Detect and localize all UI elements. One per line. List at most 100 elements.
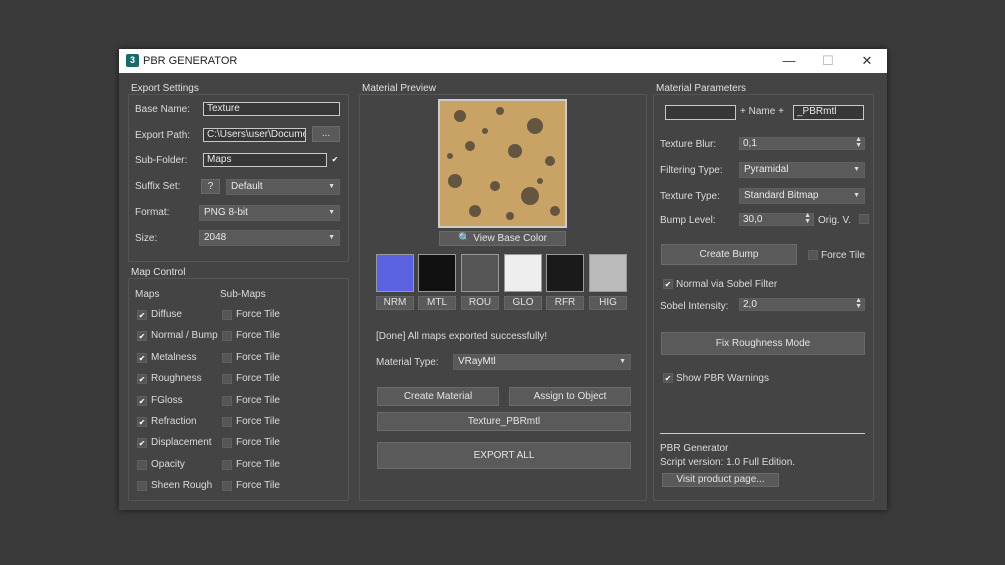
- spinner-arrows-icon: ▲ ▼: [855, 297, 862, 310]
- texture-preview-svg: [440, 101, 565, 226]
- force-tile-checkbox[interactable]: [222, 374, 232, 385]
- force-tile-checkbox[interactable]: [222, 331, 232, 342]
- fix-roughness-mode-button[interactable]: Fix Roughness Mode: [661, 332, 865, 355]
- browse-button[interactable]: ...: [312, 126, 340, 142]
- filtering-type-dropdown[interactable]: Pyramidal ▼: [739, 162, 865, 178]
- rou-thumbnail[interactable]: [461, 254, 499, 292]
- divider: [660, 433, 865, 434]
- suffix-set-label: Suffix Set:: [135, 181, 181, 192]
- base-name-input[interactable]: Texture: [203, 102, 340, 116]
- sobel-filter-checkbox[interactable]: [663, 279, 673, 289]
- maximize-button[interactable]: ☐: [809, 49, 847, 73]
- map-checkbox[interactable]: [137, 395, 147, 406]
- force-tile-label: Force Tile: [236, 309, 280, 320]
- sobel-intensity-value: 2,0: [743, 299, 757, 310]
- name-prefix-input[interactable]: [665, 105, 736, 120]
- force-tile-checkbox[interactable]: [222, 395, 232, 406]
- material-type-value: VRayMtl: [458, 356, 496, 367]
- rfr-thumbnail[interactable]: [546, 254, 584, 292]
- nrm-thumbnail[interactable]: [376, 254, 414, 292]
- map-checkbox[interactable]: [137, 438, 147, 449]
- bump-level-spinner[interactable]: 30,0 ▲ ▼: [739, 212, 814, 226]
- map-checkbox[interactable]: [137, 352, 147, 363]
- map-label: Diffuse: [151, 309, 182, 320]
- hig-button[interactable]: HIG: [589, 296, 627, 310]
- material-type-dropdown[interactable]: VRayMtl ▼: [453, 354, 631, 370]
- sobel-intensity-spinner[interactable]: 2,0 ▲ ▼: [739, 297, 865, 311]
- window-title: PBR GENERATOR: [143, 55, 238, 67]
- glo-thumbnail[interactable]: [504, 254, 542, 292]
- app-icon: 3: [126, 54, 139, 67]
- base-name-label: Base Name:: [135, 104, 191, 115]
- map-label: Normal / Bump: [151, 330, 218, 342]
- map-label: Sheen Rough: [151, 480, 213, 492]
- orig-v-checkbox[interactable]: [859, 214, 869, 224]
- bump-force-tile-checkbox[interactable]: [808, 250, 818, 260]
- force-tile-checkbox[interactable]: [222, 417, 232, 427]
- subfolder-input[interactable]: Maps: [203, 153, 327, 167]
- texture-blur-label: Texture Blur:: [660, 139, 717, 150]
- suffix-help-button[interactable]: ?: [201, 179, 220, 194]
- map-checkbox[interactable]: [137, 417, 147, 427]
- format-dropdown[interactable]: PNG 8-bit ▼: [199, 205, 340, 221]
- force-tile-checkbox[interactable]: [222, 459, 232, 470]
- assign-to-object-button[interactable]: Assign to Object: [509, 387, 631, 406]
- force-tile-checkbox[interactable]: [222, 352, 232, 363]
- filtering-type-value: Pyramidal: [744, 164, 789, 175]
- nrm-button[interactable]: NRM: [376, 296, 414, 310]
- size-value: 2048: [204, 232, 227, 243]
- map-checkbox[interactable]: [137, 459, 147, 470]
- texture-type-value: Standard Bitmap: [744, 190, 819, 201]
- minimize-button[interactable]: —: [770, 49, 808, 73]
- map-control-title: Map Control: [131, 267, 186, 278]
- close-button[interactable]: ✕: [848, 49, 886, 73]
- force-tile-label: Force Tile: [236, 394, 280, 406]
- map-checkbox[interactable]: [137, 374, 147, 385]
- texture-blur-spinner[interactable]: 0,1 ▲ ▼: [739, 136, 865, 150]
- mtl-button[interactable]: MTL: [418, 296, 456, 310]
- material-parameters-title: Material Parameters: [656, 83, 747, 94]
- chevron-down-icon: ▼: [619, 358, 626, 365]
- size-dropdown[interactable]: 2048 ▼: [199, 230, 340, 246]
- chevron-down-icon: ▼: [853, 166, 860, 173]
- bump-level-value: 30,0: [743, 214, 763, 225]
- view-base-color-label: View Base Color: [473, 233, 547, 244]
- bump-level-label: Bump Level:: [660, 215, 716, 226]
- force-tile-checkbox[interactable]: [222, 438, 232, 449]
- suffix-set-dropdown[interactable]: Default ▼: [226, 179, 340, 195]
- orig-v-label: Orig. V.: [818, 215, 851, 226]
- force-tile-checkbox[interactable]: [222, 481, 232, 492]
- rou-button[interactable]: ROU: [461, 296, 499, 310]
- create-material-button[interactable]: Create Material: [377, 387, 499, 406]
- hig-thumbnail[interactable]: [589, 254, 627, 292]
- force-tile-checkbox[interactable]: [222, 310, 232, 320]
- pbr-warnings-checkbox[interactable]: [663, 373, 673, 383]
- size-label: Size:: [135, 233, 158, 244]
- chevron-down-icon: ▼: [853, 192, 860, 199]
- glo-button[interactable]: GLO: [504, 296, 542, 310]
- material-name-button[interactable]: Texture_PBRmtl: [377, 412, 631, 431]
- force-tile-label: Force Tile: [236, 351, 280, 363]
- filtering-type-label: Filtering Type:: [660, 165, 723, 176]
- spinner-arrows-icon: ▲ ▼: [804, 212, 811, 225]
- export-all-button[interactable]: EXPORT ALL: [377, 442, 631, 469]
- pbr-generator-window: 3 PBR GENERATOR — ☐ ✕ Export Settings Ba…: [119, 49, 887, 510]
- export-path-input[interactable]: C:\Users\user\Docume: [203, 128, 306, 142]
- force-tile-label: Force Tile: [236, 480, 280, 492]
- texture-type-dropdown[interactable]: Standard Bitmap ▼: [739, 188, 865, 204]
- pbr-warnings-label: Show PBR Warnings: [676, 373, 769, 384]
- map-checkbox[interactable]: [137, 481, 147, 492]
- name-suffix-input[interactable]: _PBRmtl: [793, 105, 864, 120]
- create-bump-button[interactable]: Create Bump: [661, 244, 797, 265]
- subfolder-checkbox[interactable]: [330, 155, 340, 165]
- map-checkbox[interactable]: [137, 310, 147, 320]
- force-tile-label: Force Tile: [236, 458, 280, 470]
- map-label: Displacement: [151, 437, 212, 449]
- view-base-color-button[interactable]: 🔍 View Base Color: [439, 231, 566, 246]
- title-bar: 3 PBR GENERATOR — ☐ ✕: [119, 49, 887, 73]
- visit-product-page-button[interactable]: Visit product page...: [662, 473, 779, 487]
- sobel-filter-label: Normal via Sobel Filter: [676, 279, 778, 290]
- map-checkbox[interactable]: [137, 331, 147, 342]
- rfr-button[interactable]: RFR: [546, 296, 584, 310]
- mtl-thumbnail[interactable]: [418, 254, 456, 292]
